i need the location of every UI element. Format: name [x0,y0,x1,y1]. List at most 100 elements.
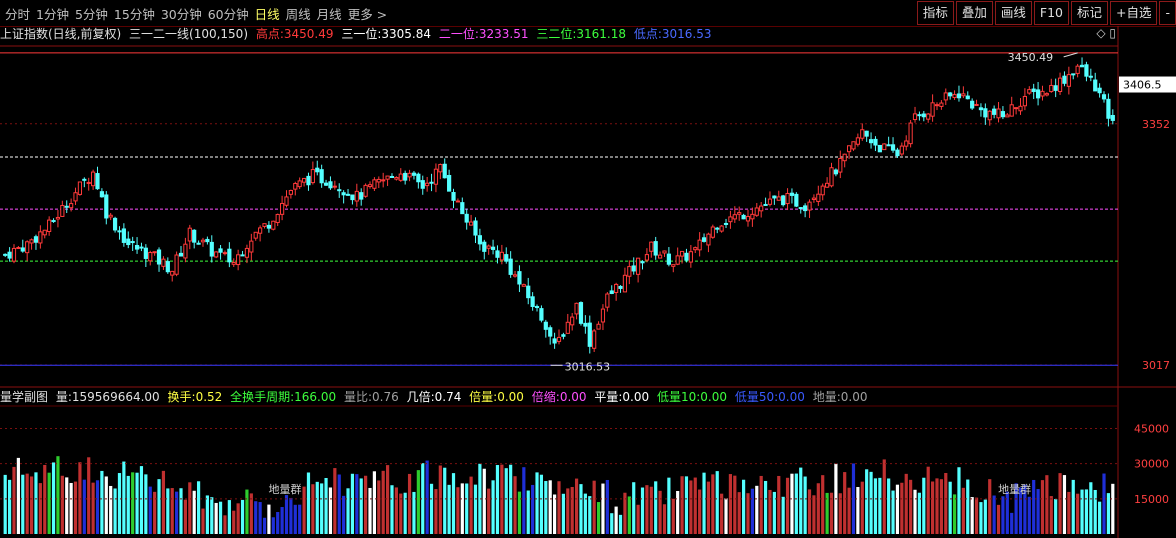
volume-bar [1036,489,1040,534]
candle [548,325,553,345]
volume-bar [504,468,508,534]
volume-bar [407,473,412,534]
candle-body [846,145,852,153]
candle-body [403,172,408,181]
candle-body [728,216,733,223]
candle-body [477,235,482,245]
volume-bar [930,481,935,534]
candle [723,218,729,229]
candle-body [218,248,223,253]
candle-body [482,241,487,252]
candle-body [1062,75,1067,84]
candle-body [262,223,267,227]
volume-bar [772,491,776,534]
volume-bar [794,473,798,534]
candle-body [970,100,975,109]
candle [851,141,856,151]
candle [258,225,263,242]
candle-body [618,285,623,289]
candle-body [328,181,333,189]
volume-bar [342,495,346,534]
volume-bar [1032,479,1036,534]
volume-bar [267,504,271,534]
candle [1066,66,1071,95]
candle [517,265,522,293]
candle-body [460,202,465,215]
candle-body [82,178,87,181]
candle [719,225,724,233]
volume-bar [785,477,790,534]
candle-body [148,252,153,262]
candle [420,175,425,195]
candle-body [1084,64,1089,77]
candle-body [943,92,948,101]
volume-bar [878,477,882,534]
candle [1075,63,1080,78]
volume-bar [640,487,645,534]
volume-bar [276,512,280,534]
volume-bar [1001,496,1005,534]
candle-body [55,216,61,220]
candle-body [47,219,52,233]
volume-bar [702,472,706,534]
candle [11,244,17,264]
candle-body [504,254,509,262]
candle-body [183,243,188,259]
volume-bar [711,474,715,534]
volume-bar [434,489,438,534]
candle-body [811,197,817,200]
candle-body [868,139,874,144]
candle [394,176,399,181]
volume-bar [873,478,878,534]
candle-body [956,93,962,99]
price-tick-label-1: 3352 [1142,118,1170,131]
candle [534,304,540,312]
volume-bar [337,474,341,534]
volume-bar [1071,479,1075,534]
candle [192,229,197,249]
volume-bar [16,457,20,534]
candle [385,175,390,186]
volume-bar [531,484,535,534]
candle-body [1027,89,1032,94]
candle-body [983,108,988,118]
candle-body [1071,73,1076,76]
candle [948,91,953,100]
volume-bar [218,501,223,534]
volume-bar [280,507,284,534]
volume-bar [557,481,561,534]
candle-body [275,213,280,223]
candle [249,233,254,261]
volume-bar [1062,475,1067,534]
candle-body [143,247,148,259]
candle-body [706,233,711,246]
volume-bar [974,497,979,534]
candle [442,158,447,179]
candle [152,251,157,256]
candle [592,328,597,352]
volume-bar [909,479,913,534]
candle [578,301,584,326]
candle-body [688,251,693,263]
volume-bar [847,487,851,534]
volume-bar [654,481,658,534]
volume-bar [676,490,680,534]
candle [974,99,979,106]
candle-body [231,261,236,265]
candle-body [69,203,74,209]
candle-body [512,274,518,277]
candle [956,85,962,102]
volume-bar [126,475,130,534]
candle [693,246,698,253]
candle-body [139,246,144,249]
candle-body [723,222,729,225]
volume-bar [394,487,398,534]
candle [148,250,153,266]
volume-bar [1045,475,1049,534]
volume-bar [447,484,451,534]
candle-body [306,175,311,186]
candle-body [455,200,461,203]
volume-bar [293,504,297,534]
volume-bar [34,472,38,534]
candle [200,237,206,247]
